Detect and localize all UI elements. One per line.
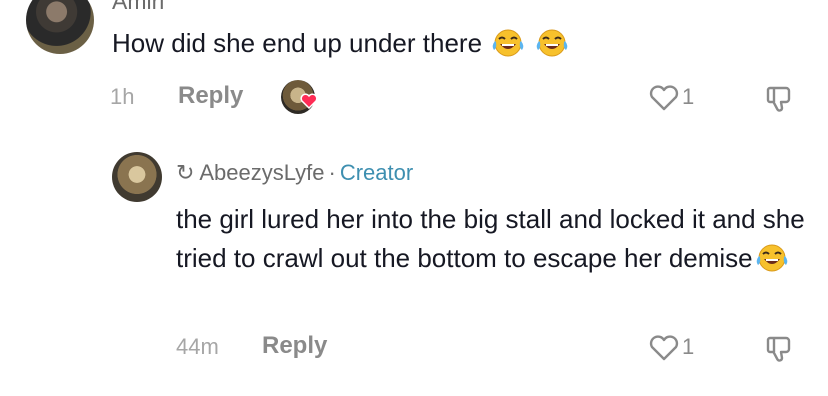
- reply-author[interactable]: ↻ AbeezysLyfe: [176, 160, 325, 185]
- thumbs-down-icon[interactable]: [764, 84, 796, 119]
- creator-badge: Creator: [339, 160, 414, 185]
- comment-timestamp: 1h: [110, 84, 135, 109]
- reply-timestamp: 44m: [176, 334, 219, 359]
- like-count: 1: [682, 334, 695, 359]
- heart-icon[interactable]: [648, 334, 680, 367]
- commenter-avatar[interactable]: [26, 0, 94, 54]
- comment-text: How did she end up under there: [112, 28, 569, 65]
- heart-icon[interactable]: [648, 84, 680, 117]
- heart-badge-icon: [300, 93, 318, 114]
- comment-text-body: How did she end up under there: [112, 28, 483, 58]
- reply-text-body: the girl lured her into the big stall an…: [176, 204, 805, 273]
- face-with-tears-of-joy-icon: [755, 243, 789, 284]
- reply-author-name[interactable]: AbeezysLyfe: [199, 160, 324, 185]
- like-count: 1: [682, 84, 695, 109]
- face-with-tears-of-joy-icon: [535, 28, 569, 65]
- face-with-tears-of-joy-icon: [491, 28, 525, 65]
- separator-dot: ·: [328, 160, 336, 185]
- reply-author-row: ↻ AbeezysLyfe · Creator: [176, 160, 413, 186]
- thumbs-down-icon[interactable]: [764, 334, 796, 369]
- reply-author-avatar[interactable]: [112, 152, 162, 202]
- reply-text: the girl lured her into the big stall an…: [176, 200, 816, 284]
- reply-button[interactable]: Reply: [178, 82, 243, 110]
- reply-button[interactable]: Reply: [262, 332, 327, 360]
- reply-indicator-icon: ↻: [176, 160, 195, 185]
- comment-author[interactable]: Amiri: [112, 0, 164, 15]
